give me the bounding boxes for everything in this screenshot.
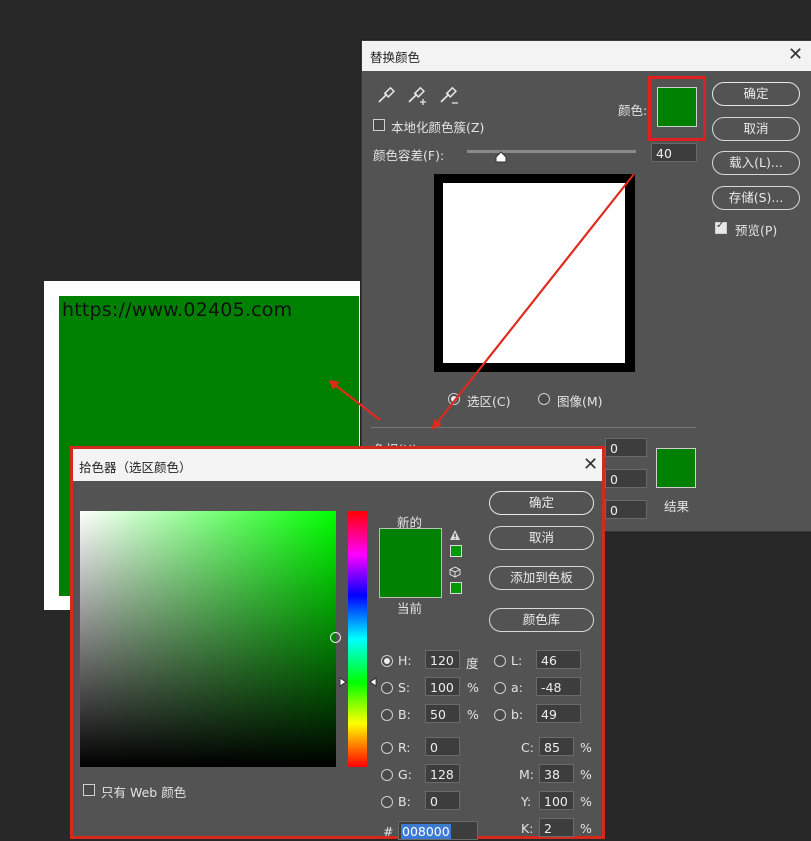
arrow-to-canvas <box>328 379 381 421</box>
arrow-to-selection <box>431 173 635 430</box>
annotation-arrows <box>328 173 635 430</box>
